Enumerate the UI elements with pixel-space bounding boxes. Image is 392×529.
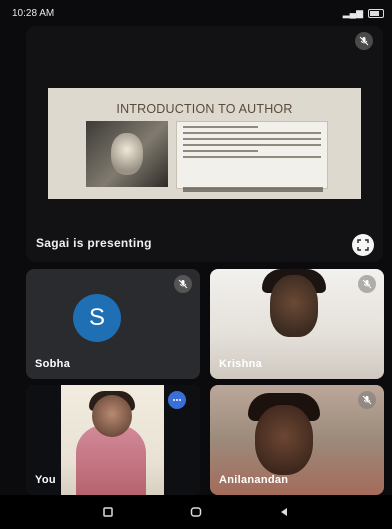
status-icons: ▂▄▆ bbox=[343, 8, 384, 19]
participant-name: Sobha bbox=[35, 358, 71, 370]
speaking-indicator-icon bbox=[168, 391, 186, 409]
slide-title: INTRODUCTION TO AUTHOR bbox=[116, 102, 293, 116]
participant-tile-you[interactable]: You bbox=[26, 385, 200, 495]
status-time: 10:28 AM bbox=[12, 7, 55, 19]
status-bar: 10:28 AM ▂▄▆ bbox=[12, 0, 384, 26]
mic-off-icon bbox=[358, 275, 376, 293]
video-person bbox=[270, 275, 318, 337]
participant-tile-krishna[interactable]: Krishna bbox=[210, 269, 384, 379]
home-icon[interactable] bbox=[189, 505, 203, 519]
signal-icon: ▂▄▆ bbox=[342, 7, 363, 18]
system-nav-bar bbox=[0, 495, 392, 529]
video-feed bbox=[61, 385, 164, 495]
participant-name: Anilanandan bbox=[219, 474, 289, 486]
fullscreen-icon bbox=[357, 239, 369, 251]
recents-icon[interactable] bbox=[101, 505, 115, 519]
participant-tile-sobha[interactable]: S Sobha bbox=[26, 269, 200, 379]
shared-slide: INTRODUCTION TO AUTHOR bbox=[48, 88, 361, 199]
back-icon[interactable] bbox=[277, 505, 291, 519]
fullscreen-button[interactable] bbox=[352, 234, 374, 256]
slide-text-box bbox=[176, 121, 328, 189]
participant-name: You bbox=[35, 474, 56, 486]
author-portrait bbox=[86, 121, 168, 187]
meeting-screen: 10:28 AM ▂▄▆ INTRODUCTION TO AUTHOR Saga… bbox=[0, 0, 392, 529]
video-person bbox=[255, 405, 313, 475]
mic-off-icon bbox=[358, 391, 376, 409]
slide-footer-line bbox=[183, 187, 323, 192]
presentation-tile[interactable]: INTRODUCTION TO AUTHOR Sagai is presenti… bbox=[26, 26, 383, 262]
presenter-label: Sagai is presenting bbox=[36, 236, 152, 250]
video-person bbox=[92, 395, 132, 437]
avatar: S bbox=[73, 294, 121, 342]
mic-off-icon bbox=[355, 32, 373, 50]
battery-icon bbox=[368, 8, 384, 18]
mic-off-icon bbox=[174, 275, 192, 293]
participant-name: Krishna bbox=[219, 358, 263, 370]
participant-tile-anilanandan[interactable]: Anilanandan bbox=[210, 385, 384, 495]
